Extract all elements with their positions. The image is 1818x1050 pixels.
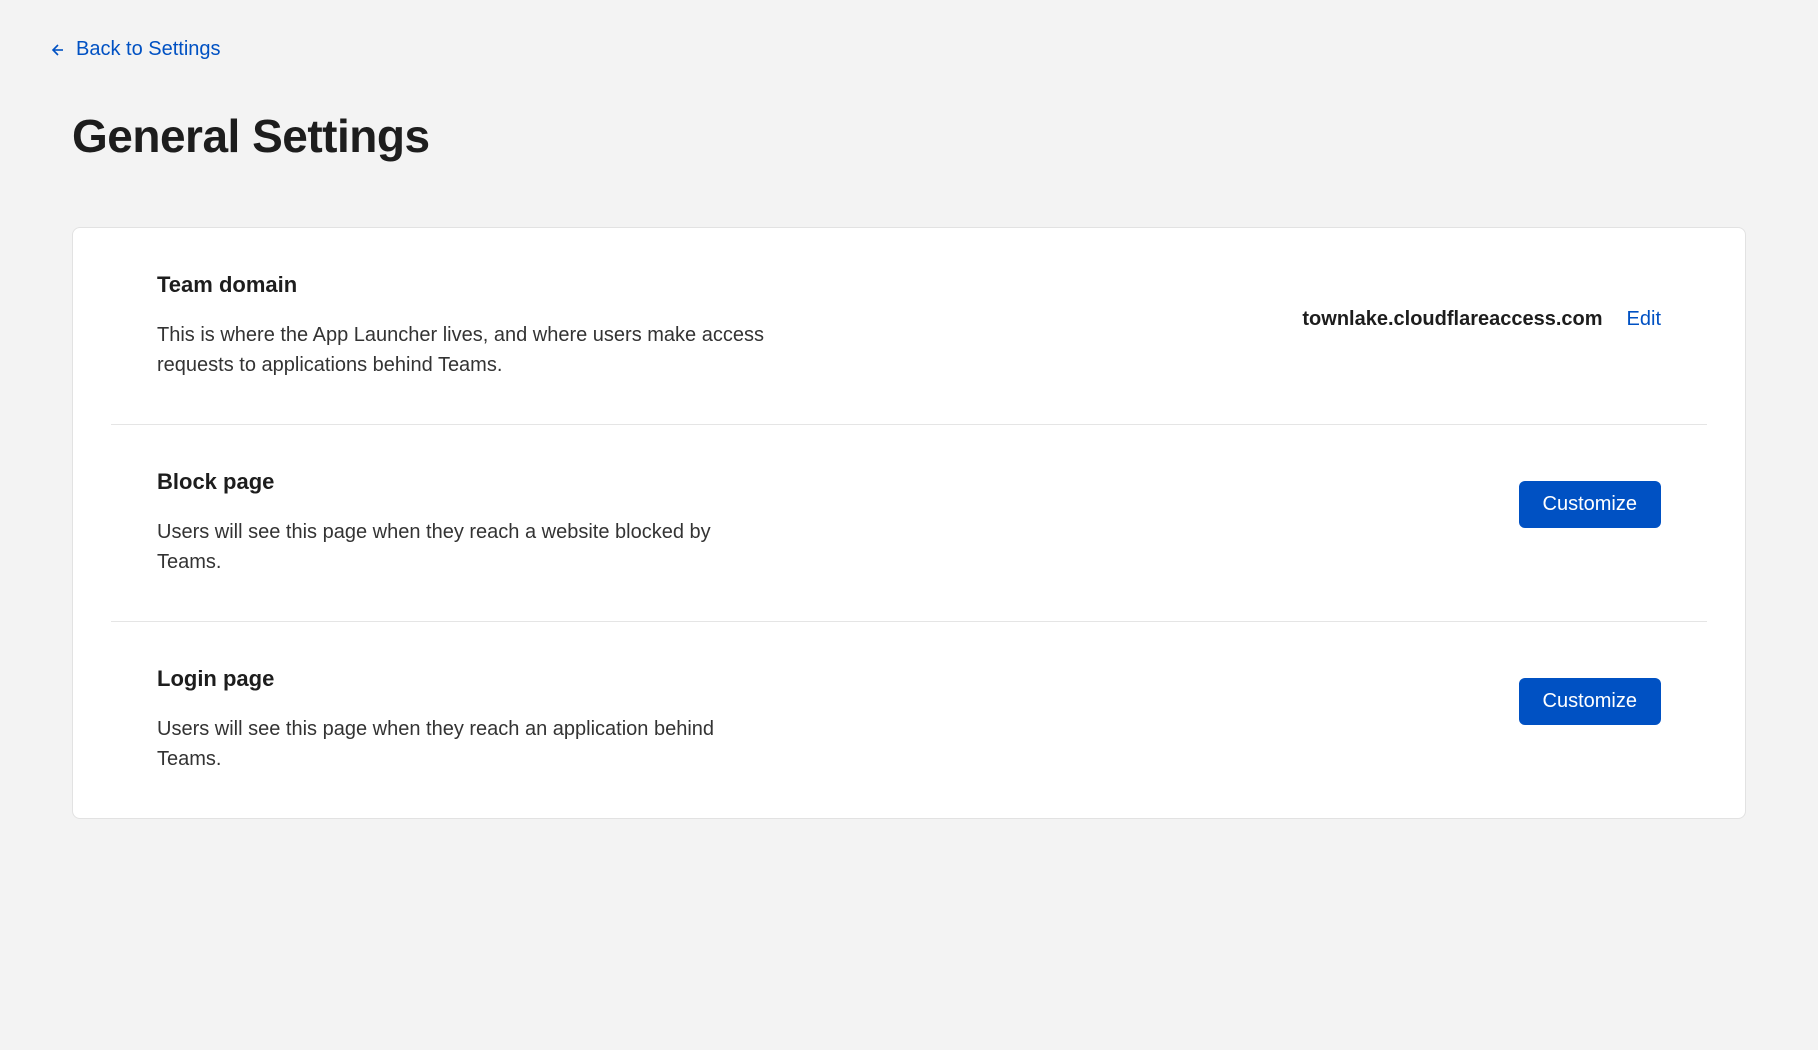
- customize-login-page-button[interactable]: Customize: [1519, 678, 1661, 725]
- team-domain-section: Team domain This is where the App Launch…: [73, 228, 1745, 424]
- edit-team-domain-link[interactable]: Edit: [1627, 308, 1661, 331]
- team-domain-title: Team domain: [157, 272, 777, 298]
- back-to-settings-link[interactable]: Back to Settings: [48, 38, 221, 61]
- block-page-title: Block page: [157, 469, 777, 495]
- team-domain-description: This is where the App Launcher lives, an…: [157, 320, 777, 380]
- customize-block-page-button[interactable]: Customize: [1519, 481, 1661, 528]
- login-page-title: Login page: [157, 666, 777, 692]
- team-domain-value: townlake.cloudflareaccess.com: [1302, 308, 1602, 331]
- back-link-label: Back to Settings: [76, 38, 221, 61]
- block-page-description: Users will see this page when they reach…: [157, 517, 777, 577]
- login-page-section: Login page Users will see this page when…: [111, 621, 1707, 818]
- arrow-left-icon: [48, 42, 64, 58]
- page-title: General Settings: [72, 109, 1818, 163]
- block-page-section: Block page Users will see this page when…: [111, 424, 1707, 621]
- login-page-description: Users will see this page when they reach…: [157, 714, 777, 774]
- settings-card: Team domain This is where the App Launch…: [72, 227, 1746, 819]
